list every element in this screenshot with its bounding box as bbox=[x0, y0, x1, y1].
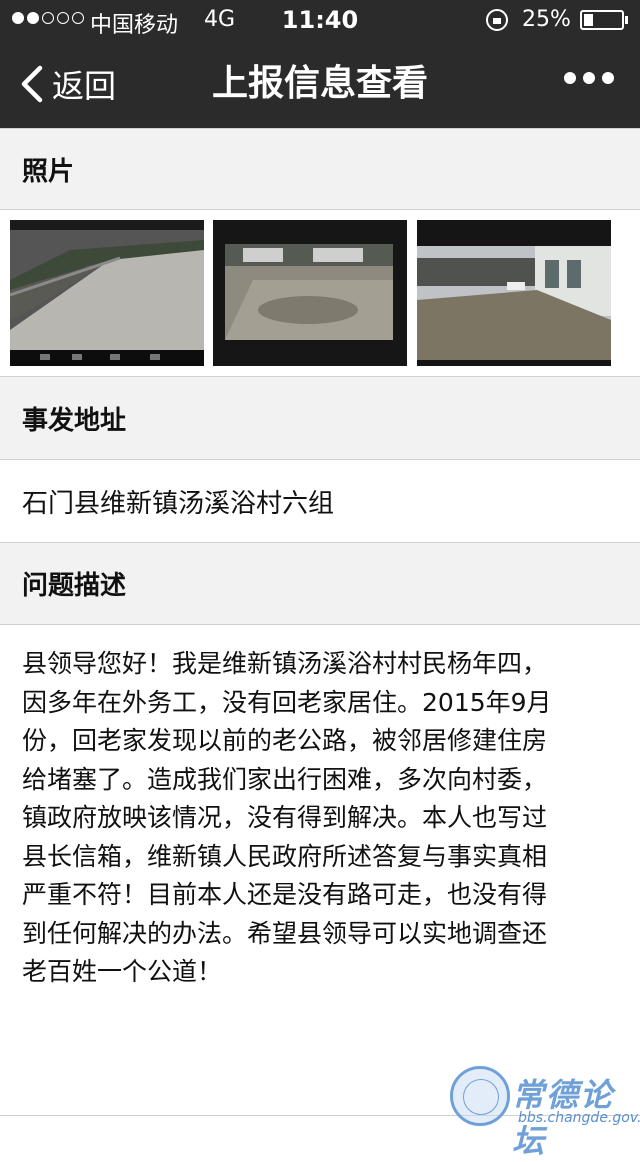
description-text: 县领导您好！我是维新镇汤溪浴村村民杨年四， 因多年在外务工，没有回老家居住。20… bbox=[0, 625, 640, 1115]
page-title: 上报信息查看 bbox=[211, 63, 428, 104]
description-line: 给堵塞了。造成我们家出行困难，多次向村委， bbox=[22, 764, 548, 794]
forum-seal-icon bbox=[450, 1066, 510, 1126]
description-header-label: 问题描述 bbox=[22, 571, 127, 601]
address-value: 石门县维新镇汤溪浴村六组 bbox=[22, 488, 335, 519]
rotation-lock-icon bbox=[486, 9, 508, 31]
photo-thumbnail-houses[interactable] bbox=[417, 220, 611, 366]
status-bar: 中国移动 4G 11:40 25% bbox=[0, 0, 640, 40]
battery-tip bbox=[625, 16, 628, 24]
address-row: 石门县维新镇汤溪浴村六组 bbox=[0, 460, 640, 542]
description-line: 份，回老家发现以前的老公路，被邻居修建住房 bbox=[22, 726, 548, 755]
photos-header-label: 照片 bbox=[22, 156, 75, 187]
photo-thumbnail-blocked-path[interactable] bbox=[213, 220, 407, 366]
photo-strip bbox=[0, 210, 640, 376]
watermark-logo: 常德论坛 bbs.changde.gov.cn bbox=[450, 1066, 640, 1160]
battery-percent: 25% bbox=[522, 7, 571, 32]
photo-thumbnail-road[interactable] bbox=[10, 220, 204, 366]
description-line: 镇政府放映该情况，没有得到解决。本人也写过 bbox=[22, 803, 548, 832]
description-line: 到任何解决的办法。希望县领导可以实地调查还 bbox=[22, 918, 548, 948]
description-line: 老百姓一个公道！ bbox=[22, 957, 223, 986]
photos-section-header: 照片 bbox=[0, 128, 640, 210]
watermark-url: bbs.changde.gov.cn bbox=[518, 1110, 640, 1126]
description-line: 县领导您好！我是维新镇汤溪浴村村民杨年四， bbox=[22, 649, 548, 678]
description-line: 因多年在外务工，没有回老家居住。2015年9月 bbox=[22, 687, 552, 717]
description-line: 县长信箱，维新镇人民政府所述答复与事实真相 bbox=[22, 841, 548, 871]
more-dots-icon[interactable] bbox=[564, 72, 614, 84]
description-line: 严重不符！目前本人还是没有路可走，也没有得 bbox=[22, 880, 548, 909]
battery-icon bbox=[580, 10, 624, 30]
top-bar: 中国移动 4G 11:40 25% 返回 上报信息查看 bbox=[0, 0, 640, 128]
address-header-label: 事发地址 bbox=[22, 405, 127, 436]
description-section-header: 问题描述 bbox=[0, 542, 640, 625]
navigation-bar: 返回 上报信息查看 bbox=[0, 40, 640, 128]
battery-level bbox=[584, 14, 593, 26]
address-section-header: 事发地址 bbox=[0, 376, 640, 460]
